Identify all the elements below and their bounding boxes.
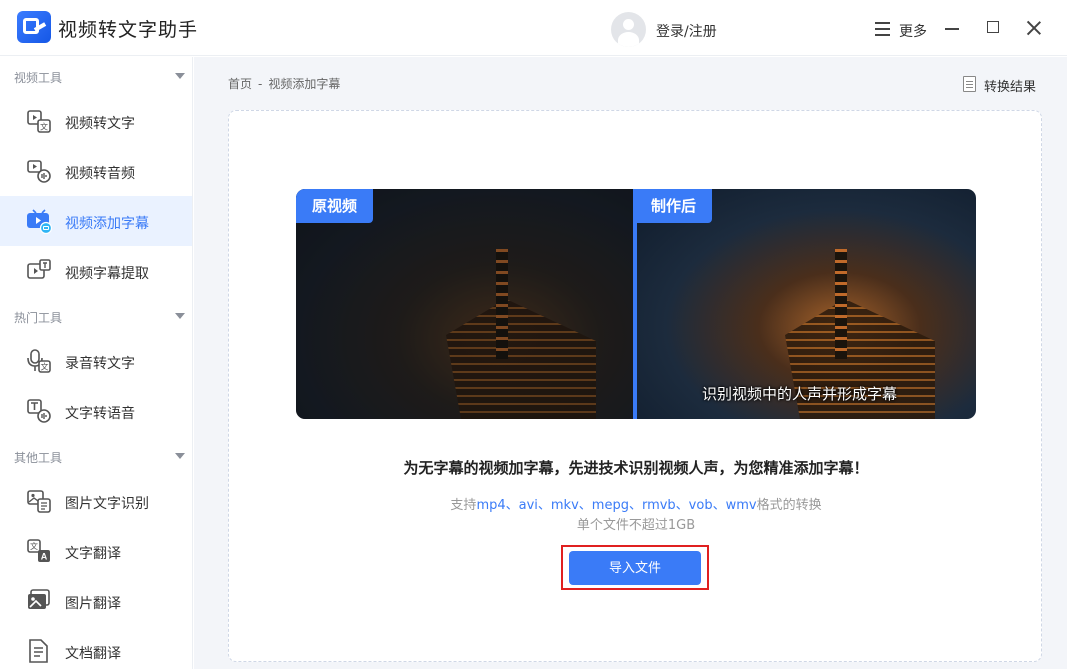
supported-formats: 支持mp4、avi、mkv、mepg、rmvb、vob、wmv格式的转换 [229, 494, 1043, 513]
sidebar-item-image-translation[interactable]: 图片翻译 [0, 576, 192, 626]
supported-format-list: mp4、avi、mkv、mepg、rmvb、vob、wmv [476, 498, 757, 513]
section-title-hot-tools: 热门工具 [14, 311, 63, 325]
app-title: 视频转文字助手 [58, 19, 199, 41]
add-subtitles-icon [27, 209, 52, 234]
microphone-icon: 文 [27, 349, 51, 373]
breadcrumb: 首页 - 视频添加字幕 [228, 75, 346, 92]
sample-subtitle: 识别视频中的人声并形成字幕 [702, 385, 898, 403]
svg-text:文: 文 [30, 541, 38, 551]
supported-suffix: 格式的转换 [756, 498, 822, 513]
sidebar-item-label: 视频添加字幕 [65, 216, 149, 232]
compare-divider [633, 189, 637, 419]
sidebar-item-text-translation[interactable]: 文 A 文字翻译 [0, 526, 192, 576]
document-icon [29, 639, 48, 663]
section-title-video-tools: 视频工具 [14, 71, 63, 85]
sidebar-item-extract-subtitles[interactable]: 视频字幕提取 [0, 246, 192, 296]
image-ocr-icon [27, 490, 51, 513]
sidebar-item-label: 文字翻译 [65, 546, 121, 562]
import-file-button[interactable]: 导入文件 [569, 551, 701, 585]
sidebar-item-label: 图片文字识别 [65, 496, 149, 512]
menu-icon[interactable] [875, 22, 890, 36]
text-to-speech-icon [27, 399, 51, 423]
upload-card: 原视频 制作后 识别视频中的人声并形成字幕 为无字幕的视频加字幕，先进技术识别视… [228, 110, 1042, 662]
sidebar-item-label: 视频转文字 [65, 116, 135, 132]
sidebar-item-text-to-speech[interactable]: 文字转语音 [0, 386, 192, 436]
sidebar-item-video-to-text[interactable]: 文 视频转文字 [0, 96, 192, 146]
results-document-icon[interactable] [963, 76, 976, 92]
before-label: 原视频 [296, 189, 374, 223]
collapse-arrow-icon[interactable] [175, 453, 185, 459]
main-content: 首页 - 视频添加字幕 转换结果 原视频 制作后 识别视频中的人声并形成字幕 为无字 [194, 57, 1067, 669]
video-to-text-icon: 文 [27, 110, 51, 133]
sidebar-item-document-translation[interactable]: 文档翻译 [0, 626, 192, 669]
image-translation-icon [28, 589, 50, 609]
app-logo-icon [17, 11, 51, 43]
sidebar-item-label: 视频转音频 [65, 166, 135, 182]
after-label: 制作后 [635, 189, 713, 223]
sidebar-item-label: 录音转文字 [65, 356, 135, 372]
breadcrumb-home[interactable]: 首页 [228, 77, 252, 91]
sidebar-item-label: 文档翻译 [65, 646, 121, 662]
section-title-other-tools: 其他工具 [14, 451, 63, 465]
sidebar-item-image-ocr[interactable]: 图片文字识别 [0, 476, 192, 526]
more-button[interactable]: 更多 [899, 21, 927, 41]
file-size-limit: 单个文件不超过1GB [576, 518, 696, 533]
conversion-results-button[interactable]: 转换结果 [984, 76, 1036, 95]
user-avatar-icon[interactable] [611, 12, 646, 47]
sidebar-item-recording-to-text[interactable]: 文 录音转文字 [0, 336, 192, 386]
before-after-preview: 原视频 制作后 识别视频中的人声并形成字幕 [296, 189, 976, 419]
original-video-image [296, 189, 635, 419]
minimize-button[interactable] [945, 28, 959, 30]
collapse-arrow-icon[interactable] [175, 313, 185, 319]
maximize-button[interactable] [987, 21, 999, 33]
sidebar-item-video-to-audio[interactable]: 视频转音频 [0, 146, 192, 196]
breadcrumb-separator: - [258, 77, 263, 91]
sidebar-item-add-subtitles[interactable]: 视频添加字幕 [0, 196, 192, 246]
sidebar-item-label: 视频字幕提取 [65, 266, 149, 282]
svg-text:文: 文 [40, 122, 48, 132]
sidebar: 视频工具 文 视频转文字 视频转音频 视频添加字幕 视频字幕提取 热门工具 文 … [0, 57, 193, 669]
breadcrumb-current: 视频添加字幕 [268, 77, 341, 91]
supported-prefix: 支持 [450, 498, 477, 513]
collapse-arrow-icon[interactable] [175, 73, 185, 79]
video-to-audio-icon [27, 160, 51, 183]
svg-text:A: A [41, 552, 48, 562]
title-bar: 视频转文字助手 登录/注册 更多 [0, 0, 1067, 56]
login-register-link[interactable]: 登录/注册 [656, 21, 717, 41]
sidebar-item-label: 文字转语音 [65, 406, 135, 422]
sidebar-item-label: 图片翻译 [65, 596, 121, 612]
feature-headline: 为无字幕的视频加字幕，先进技术识别视频人声，为您精准添加字幕！ [403, 459, 869, 477]
close-button[interactable] [1026, 20, 1042, 36]
translate-icon: 文 A [27, 539, 50, 562]
svg-text:文: 文 [41, 362, 49, 372]
extract-subtitles-icon [27, 259, 51, 279]
